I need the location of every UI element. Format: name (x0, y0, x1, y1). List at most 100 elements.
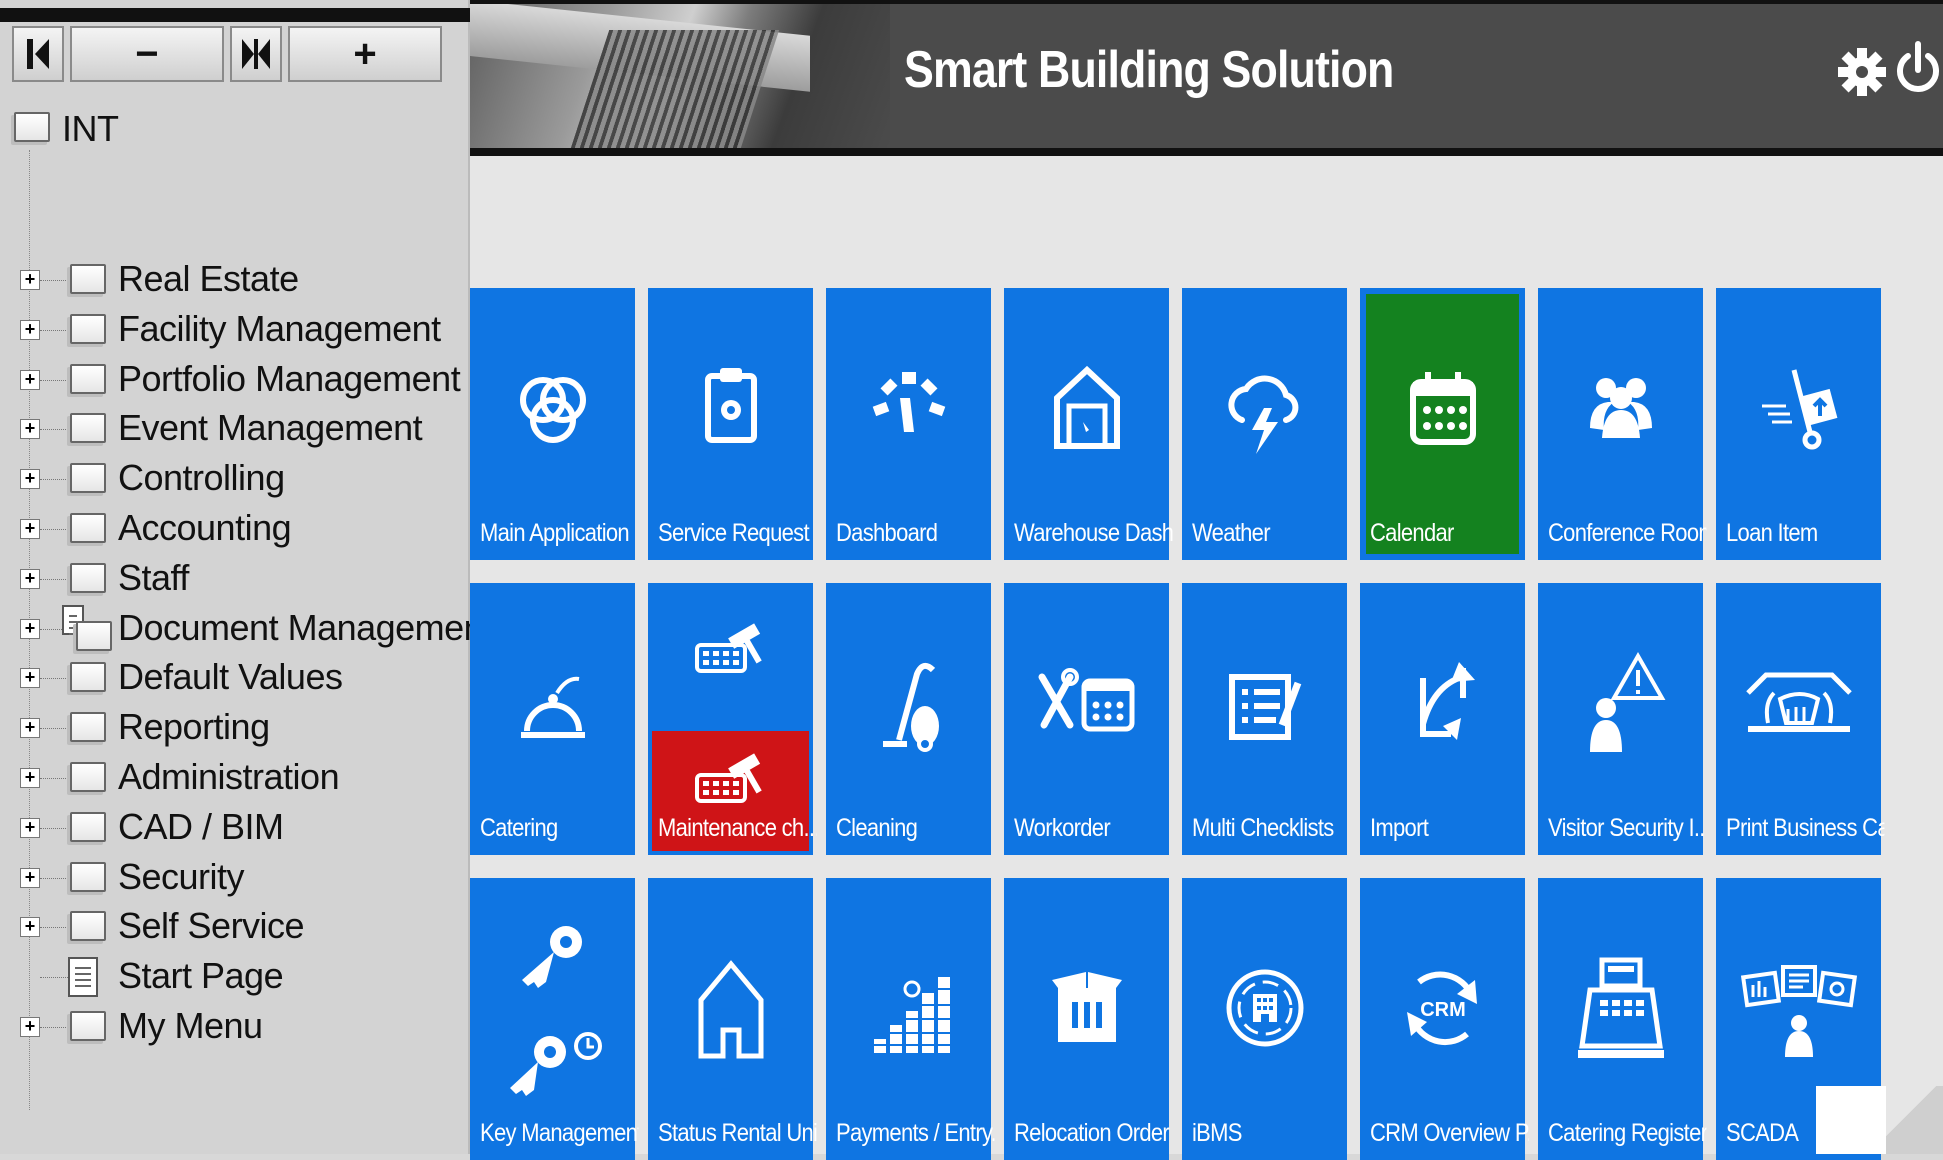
split-icon (242, 39, 270, 69)
tree-connector (40, 977, 68, 978)
tile-calendar[interactable]: Calendar (1360, 288, 1525, 560)
settings-button[interactable] (1836, 34, 1888, 104)
folder-icon (70, 862, 106, 892)
tile-loan-item[interactable]: Loan Item (1716, 288, 1881, 560)
tile-weather[interactable]: Weather (1182, 288, 1347, 560)
tile-warehouse-dash[interactable]: Warehouse Dash... (1004, 288, 1172, 560)
tile-label: Weather (1192, 519, 1271, 547)
vacuum-icon (826, 643, 991, 763)
tree-item-my-menu[interactable]: + My Menu (0, 997, 470, 1055)
tile-maintenance-ch[interactable]: Maintenance ch... (648, 583, 816, 855)
tile-visitor-security-i[interactable]: Visitor Security I... (1538, 583, 1707, 855)
keyboard-hammer-icon (648, 609, 813, 689)
gear-icon (1838, 48, 1886, 96)
tile-catering[interactable]: Catering (470, 583, 635, 855)
tile-key-management[interactable]: Key Management (470, 878, 639, 1160)
tile-multi-checklists[interactable]: Multi Checklists (1182, 583, 1347, 855)
tile-label: Workorder (1014, 814, 1111, 842)
expand-toggle-icon[interactable]: + (20, 519, 40, 539)
expand-toggle-icon[interactable]: + (20, 370, 40, 390)
tile-dashboard[interactable]: Dashboard (826, 288, 991, 560)
tile-payments-entry[interactable]: Payments / Entry... (826, 878, 994, 1160)
tile-conference-room[interactable]: Conference Room (1538, 288, 1706, 560)
folder-icon (70, 662, 106, 692)
expand-toggle-icon[interactable]: + (20, 469, 40, 489)
moving-box-icon (1004, 948, 1169, 1068)
expand-toggle-icon[interactable]: + (20, 320, 40, 340)
folder-icon (70, 513, 106, 543)
expand-toggle-icon[interactable]: + (20, 768, 40, 788)
coin-stacks-icon (826, 948, 991, 1068)
people-group-icon (1538, 348, 1703, 468)
tree-item-label: Real Estate (118, 258, 299, 299)
tile-crm-overview-p[interactable]: CRM CRM Overview P... (1360, 878, 1528, 1160)
expand-toggle-icon[interactable]: + (20, 868, 40, 888)
tree-root[interactable]: INT (0, 100, 470, 158)
tree-connector (40, 380, 68, 381)
tile-print-business-ca[interactable]: Print Business Ca... (1716, 583, 1884, 855)
tile-grid: Main Application Service Request Dashboard… (470, 288, 1943, 1160)
tools-calendar-icon (1004, 643, 1169, 763)
tile-status-rental-uni[interactable]: Status Rental Uni... (648, 878, 816, 1160)
tile-service-request[interactable]: Service Request (648, 288, 813, 560)
tile-workorder[interactable]: Workorder (1004, 583, 1169, 855)
expand-toggle-icon[interactable]: + (20, 668, 40, 688)
tile-label: Key Management (480, 1119, 639, 1147)
tile-ibms[interactable]: iBMS (1182, 878, 1347, 1160)
tile-catering-register[interactable]: Catering Register (1538, 878, 1706, 1160)
keyboard-hammer-icon (652, 749, 809, 809)
expand-toggle-icon[interactable]: + (20, 419, 40, 439)
expand-button[interactable]: + (288, 26, 442, 82)
tree-connector (40, 878, 68, 879)
tile-cleaning[interactable]: Cleaning (826, 583, 991, 855)
expand-toggle-icon[interactable]: + (20, 569, 40, 589)
cash-register-icon (1538, 948, 1703, 1068)
app-window: − + INT + Real Estate + Facility Management… (0, 0, 1943, 1160)
tree-item-label: Controlling (118, 457, 285, 498)
gauge-icon (826, 348, 991, 468)
tree-item-label: Self Service (118, 905, 305, 946)
tile-label: Loan Item (1726, 519, 1818, 547)
rings-icon (470, 348, 635, 468)
tree-connector (40, 728, 68, 729)
checklist-icon (1182, 643, 1347, 763)
tree-connector (40, 678, 68, 679)
expand-toggle-icon[interactable]: + (20, 718, 40, 738)
tree-root-label: INT (62, 108, 119, 149)
sidebar-top-bar (0, 8, 470, 22)
tile-main-application[interactable]: Main Application (470, 288, 635, 560)
expand-toggle-icon[interactable]: + (20, 1017, 40, 1037)
expand-toggle-icon[interactable]: + (20, 619, 40, 639)
tree-item-label: Staff (118, 557, 189, 598)
expand-toggle-icon[interactable]: + (20, 270, 40, 290)
power-button[interactable] (1892, 34, 1943, 104)
expand-label: + (353, 31, 377, 76)
tree-item-label: Portfolio Management (118, 358, 461, 399)
corner-fold (1886, 1086, 1943, 1154)
tree-connector (40, 579, 68, 580)
tree-connector (40, 927, 68, 928)
tree-item-label: Accounting (118, 507, 292, 548)
split-button[interactable] (230, 26, 282, 82)
first-button[interactable] (12, 26, 64, 82)
cloche-icon (470, 643, 635, 763)
tree-item-label: Default Values (118, 656, 343, 697)
tile-relocation-order[interactable]: Relocation Order (1004, 878, 1170, 1160)
tile-label: iBMS (1192, 1119, 1242, 1147)
tile-label: Visitor Security I... (1548, 814, 1707, 842)
tree-connector (40, 479, 68, 480)
tile-label: Relocation Order (1014, 1119, 1170, 1147)
building-circle-icon (1182, 948, 1347, 1068)
folder-icon (70, 712, 106, 742)
expand-toggle-icon[interactable]: + (20, 818, 40, 838)
tree-connector (40, 529, 68, 530)
corner-overlay (1816, 1086, 1886, 1154)
collapse-button[interactable]: − (70, 26, 224, 82)
folder-icon (70, 314, 106, 344)
visitor-warning-icon (1538, 643, 1703, 763)
warehouse-icon (1004, 348, 1169, 468)
tile-import[interactable]: Import (1360, 583, 1525, 855)
document-folder-icon (76, 621, 112, 651)
expand-toggle-icon[interactable]: + (20, 917, 40, 937)
tile-label: Print Business Ca... (1726, 814, 1884, 842)
